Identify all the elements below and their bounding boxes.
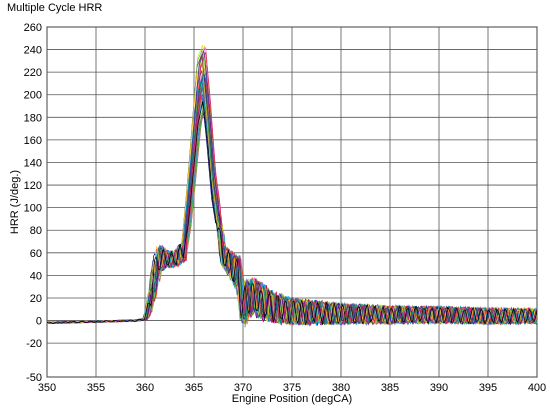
y-tick-label: 160 xyxy=(24,135,42,147)
x-tick-label: 400 xyxy=(528,382,546,394)
y-tick-label: 20 xyxy=(30,293,42,305)
y-tick-label: 80 xyxy=(30,225,42,237)
x-tick-label: 365 xyxy=(185,382,203,394)
y-axis-ticks: -50 -20 0 20 40 60 80 100 120 140 160 180 200 220 240 2… xyxy=(24,22,42,384)
y-tick-label: 120 xyxy=(24,180,42,192)
y-tick-label: 200 xyxy=(24,90,42,102)
y-tick-label: 180 xyxy=(24,112,42,124)
y-tick-label: 240 xyxy=(24,45,42,57)
x-tick-label: 390 xyxy=(430,382,448,394)
x-tick-label: 355 xyxy=(87,382,105,394)
y-tick-label: 0 xyxy=(36,316,42,328)
x-tick-label: 385 xyxy=(381,382,399,394)
y-tick-label: 260 xyxy=(24,22,42,34)
y-tick-label: 60 xyxy=(30,248,42,260)
x-tick-label: 395 xyxy=(479,382,497,394)
y-tick-label: 100 xyxy=(24,203,42,215)
x-tick-label: 360 xyxy=(136,382,154,394)
y-axis-label: HRR (J/deg.) xyxy=(9,170,21,234)
y-tick-label: -20 xyxy=(26,338,42,350)
y-tick-label: -50 xyxy=(26,372,42,384)
x-axis-label: Engine Position (degCA) xyxy=(232,393,352,405)
y-tick-label: 40 xyxy=(30,270,42,282)
y-tick-label: 140 xyxy=(24,157,42,169)
hrr-chart: 350 355 360 365 370 375 380 385 390 395 400 -50-20… xyxy=(9,22,546,405)
y-tick-label: 220 xyxy=(24,67,42,79)
